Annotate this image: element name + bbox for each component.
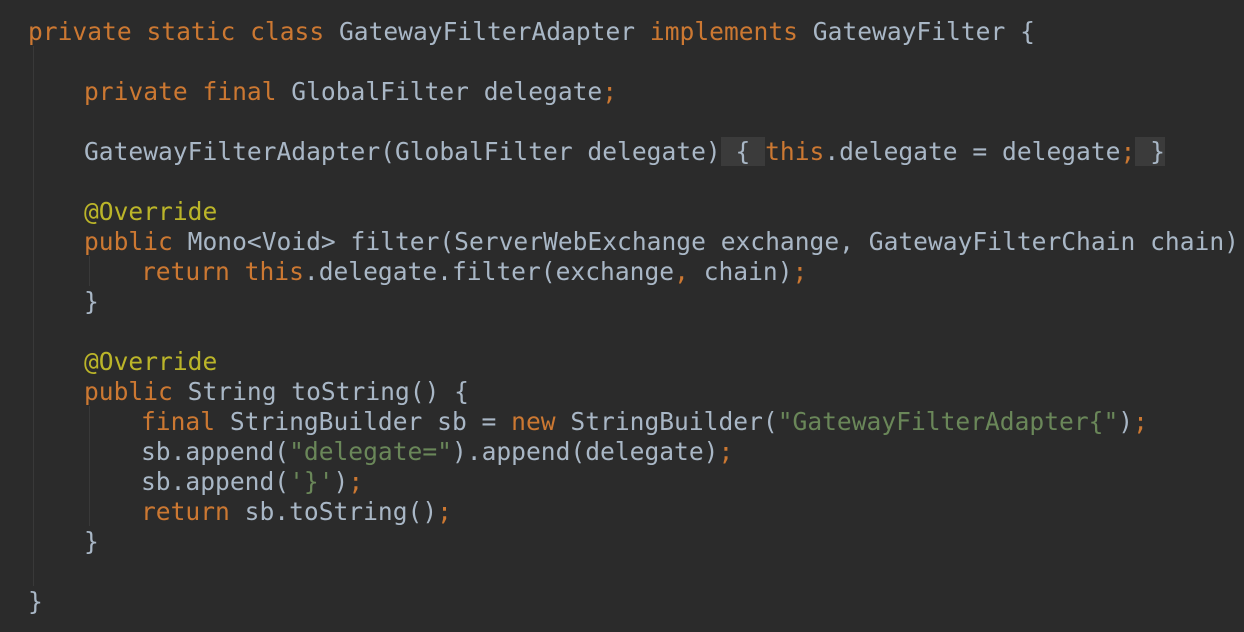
semicolon: ; [1120, 137, 1136, 166]
identifier: ) [1118, 407, 1134, 436]
code-line-9[interactable]: public String toString() { [84, 377, 469, 407]
semicolon: ; [718, 437, 734, 466]
keyword: private static class [28, 17, 339, 46]
code-line-8[interactable]: @Override [84, 347, 217, 377]
code-line-15[interactable]: } [28, 587, 43, 617]
semicolon: ; [792, 257, 808, 286]
keyword: return [141, 497, 245, 526]
code-line-7[interactable]: } [84, 287, 99, 317]
comma: , [674, 257, 704, 286]
identifier: chain) [703, 257, 793, 286]
identifier: sb.toString() [244, 497, 438, 526]
class-name: GatewayFilterAdapter [338, 17, 650, 46]
annotation: @Override [84, 347, 218, 376]
keyword: new [511, 407, 571, 436]
code-line-10[interactable]: final StringBuilder sb = new StringBuild… [141, 407, 1148, 437]
identifier: sb.append( [141, 467, 290, 496]
keyword: this [244, 257, 304, 286]
annotation: @Override [84, 197, 218, 226]
semicolon: ; [602, 77, 618, 106]
code-line-2[interactable]: private final GlobalFilter delegate; [84, 77, 617, 107]
identifier: GatewayFilter { [812, 17, 1035, 46]
code-line-5[interactable]: public Mono<Void> filter(ServerWebExchan… [84, 227, 1244, 257]
identifier: GlobalFilter delegate [291, 77, 603, 106]
identifier: .delegate = delegate [824, 137, 1121, 166]
keyword: public [84, 377, 188, 406]
code-line-1[interactable]: private static class GatewayFilterAdapte… [28, 17, 1035, 47]
identifier: ).append(delegate) [451, 437, 719, 466]
closing-brace: } [84, 287, 99, 316]
code-line-3[interactable]: GatewayFilterAdapter(GlobalFilter delega… [84, 137, 1165, 167]
code-line-6[interactable]: return this.delegate.filter(exchange, ch… [141, 257, 807, 287]
keyword: return [141, 257, 245, 286]
identifier: ) [333, 467, 349, 496]
code-line-4[interactable]: @Override [84, 197, 217, 227]
code-line-12[interactable]: sb.append('}'); [141, 467, 363, 497]
indent-guide [33, 46, 34, 586]
code-line-13[interactable]: return sb.toString(); [141, 497, 452, 527]
code-line-11[interactable]: sb.append("delegate=").append(delegate); [141, 437, 733, 467]
code-editor[interactable]: private static class GatewayFilterAdapte… [0, 0, 1244, 632]
semicolon: ; [1133, 407, 1148, 436]
keyword: final [141, 407, 230, 436]
semicolon: ; [348, 467, 364, 496]
folded-region[interactable]: } [1135, 137, 1165, 166]
keyword: implements [649, 17, 813, 46]
string-literal: "delegate=" [289, 437, 452, 466]
identifier: GatewayFilterAdapter(GlobalFilter delega… [84, 137, 721, 166]
char-literal: '}' [289, 467, 334, 496]
indent-guide [89, 256, 90, 286]
identifier: StringBuilder sb = [229, 407, 512, 436]
identifier: StringBuilder( [570, 407, 778, 436]
keyword: public [84, 227, 188, 256]
folded-region[interactable]: { [720, 137, 766, 166]
string-literal: "GatewayFilterAdapter{" [777, 407, 1119, 436]
identifier: Mono<Void> filter(ServerWebExchange exch… [187, 227, 1244, 256]
keyword: this [765, 137, 825, 166]
code-line-14[interactable]: } [84, 527, 99, 557]
semicolon: ; [437, 497, 452, 526]
identifier: sb.append( [141, 437, 290, 466]
closing-brace: } [84, 527, 99, 556]
indent-guide [89, 406, 90, 526]
keyword: private final [84, 77, 292, 106]
identifier: String toString() { [187, 377, 469, 406]
identifier: .delegate.filter(exchange [303, 257, 675, 286]
closing-brace: } [28, 587, 43, 616]
